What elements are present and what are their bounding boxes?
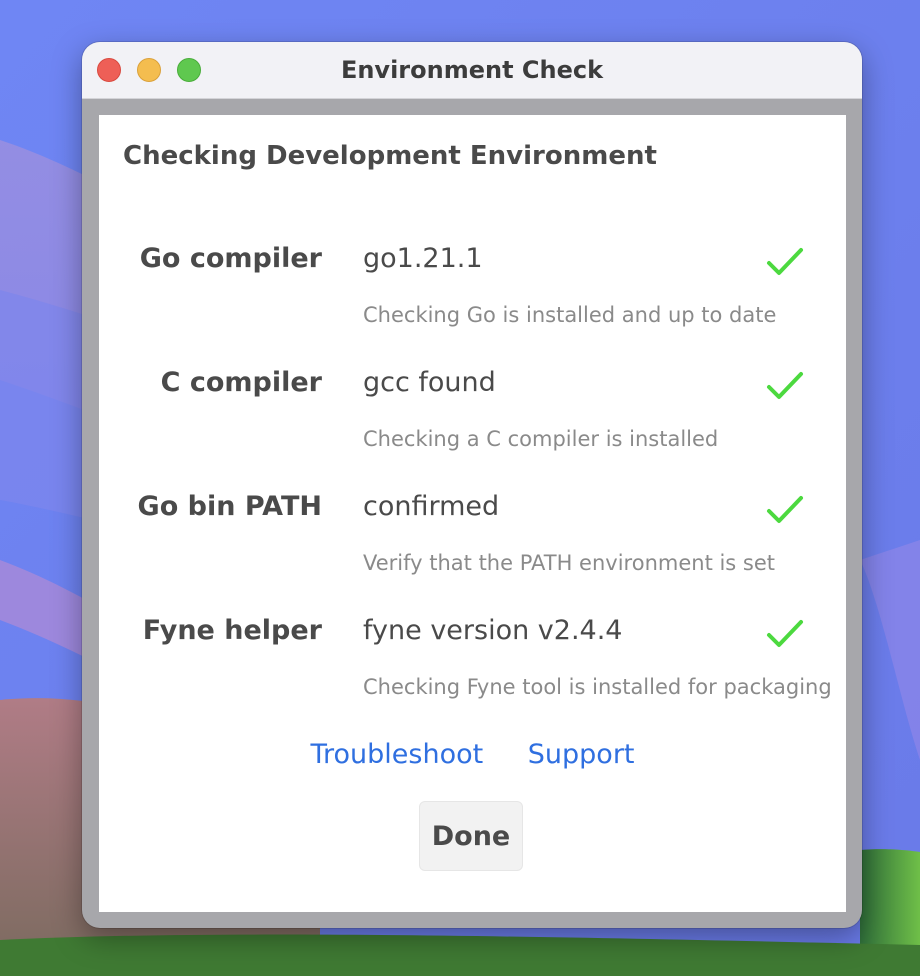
help-links: Troubleshoot Support — [99, 739, 846, 770]
window-title: Environment Check — [340, 56, 604, 84]
check-description: Verify that the PATH environment is set — [363, 551, 776, 575]
check-label: C compiler — [160, 367, 322, 398]
check-value: confirmed — [363, 491, 500, 522]
check-value: go1.21.1 — [363, 243, 483, 274]
checkmark-icon — [767, 248, 803, 275]
environment-check-window: Environment Check Checking Development E… — [82, 42, 862, 928]
check-row-fyne-helper: Fyne helper fyne version v2.4.4 Checking… — [99, 615, 846, 735]
check-row-go-compiler: Go compiler go1.21.1 Checking Go is inst… — [99, 243, 846, 363]
check-label: Go bin PATH — [137, 491, 322, 522]
dialog-content: Checking Development Environment Go comp… — [99, 115, 846, 912]
check-row-go-bin-path: Go bin PATH confirmed Verify that the PA… — [99, 491, 846, 611]
done-button[interactable]: Done — [419, 801, 523, 871]
check-value: gcc found — [363, 367, 496, 398]
check-label: Fyne helper — [142, 615, 322, 646]
check-description: Checking a C compiler is installed — [363, 427, 719, 451]
check-description: Checking Go is installed and up to date — [363, 303, 777, 327]
check-row-c-compiler: C compiler gcc found Checking a C compil… — [99, 367, 846, 487]
check-description: Checking Fyne tool is installed for pack… — [363, 675, 832, 699]
check-value: fyne version v2.4.4 — [363, 615, 623, 646]
check-label: Go compiler — [139, 243, 322, 274]
troubleshoot-link[interactable]: Troubleshoot — [310, 739, 483, 770]
checkmark-icon — [767, 372, 803, 399]
checkmark-icon — [767, 620, 803, 647]
checkmark-icon — [767, 496, 803, 523]
title-bar[interactable]: Environment Check — [82, 42, 862, 99]
support-link[interactable]: Support — [528, 739, 635, 770]
page-heading: Checking Development Environment — [123, 141, 657, 171]
